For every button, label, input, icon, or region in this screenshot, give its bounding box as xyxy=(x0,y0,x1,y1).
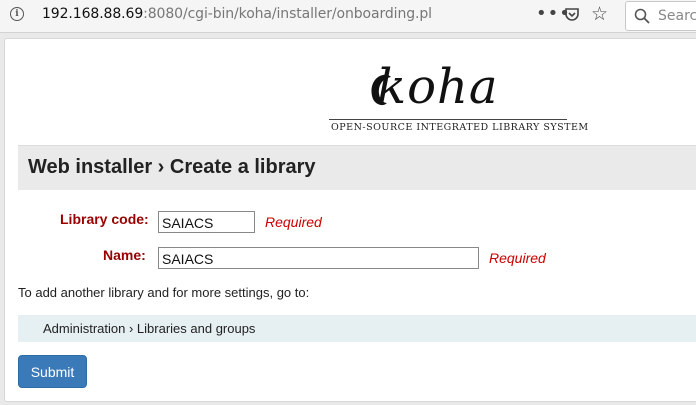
bookmark-star-icon[interactable]: ☆ xyxy=(591,3,608,25)
logo-tagline: OPEN-SOURCE INTEGRATED LIBRARY SYSTEM xyxy=(331,122,589,133)
info-icon[interactable]: i xyxy=(10,7,24,21)
administration-link[interactable]: Administration › Libraries and groups xyxy=(43,321,255,336)
library-code-label: Library code: xyxy=(60,211,149,227)
logo-wordmark: koha xyxy=(377,59,499,115)
koha-logo: koha OPEN-SOURCE INTEGRATED LIBRARY SYST… xyxy=(329,59,588,133)
library-code-required: Required xyxy=(265,214,322,230)
name-label: Name: xyxy=(103,247,146,263)
url-path: :8080/cgi-bin/koha/installer/onboarding.… xyxy=(143,6,432,22)
admin-link-bar: Administration › Libraries and groups xyxy=(18,315,696,342)
page-content: koha OPEN-SOURCE INTEGRATED LIBRARY SYST… xyxy=(4,38,696,402)
page-title: Web installer › Create a library xyxy=(28,156,316,178)
submit-button[interactable]: Submit xyxy=(18,355,87,388)
name-required: Required xyxy=(489,250,546,266)
search-icon xyxy=(634,8,650,24)
browser-toolbar: i 192.168.88.69:8080/cgi-bin/koha/instal… xyxy=(0,0,696,33)
library-code-input[interactable]: SAIACS xyxy=(158,211,255,233)
url-host: 192.168.88.69 xyxy=(42,6,144,22)
pocket-icon[interactable] xyxy=(564,7,580,22)
search-input[interactable]: Search xyxy=(625,1,696,31)
name-input[interactable]: SAIACS xyxy=(158,247,479,269)
url-bar[interactable]: 192.168.88.69:8080/cgi-bin/koha/installe… xyxy=(42,6,432,22)
page-header: Web installer › Create a library xyxy=(18,145,696,190)
settings-note: To add another library and for more sett… xyxy=(18,285,310,300)
logo-divider xyxy=(329,119,567,120)
search-placeholder: Search xyxy=(658,8,696,24)
